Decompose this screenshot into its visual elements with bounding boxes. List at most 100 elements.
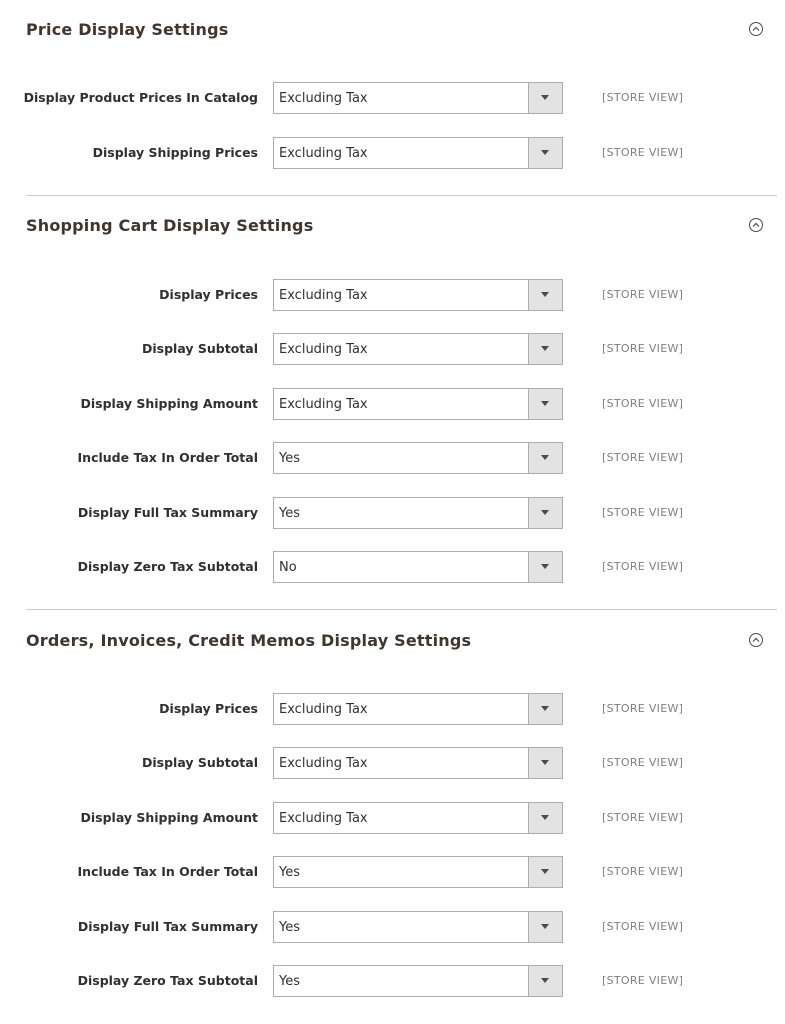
setting-select[interactable]: No — [273, 551, 563, 583]
scope-label: [STORE VIEW] — [602, 702, 684, 715]
setting-select[interactable]: Excluding Tax — [273, 802, 563, 834]
setting-label: Display Prices — [159, 701, 258, 716]
collapse-chevron-icon[interactable] — [749, 633, 763, 647]
scope-label: [STORE VIEW] — [602, 865, 684, 878]
caret-down-icon — [541, 510, 549, 515]
scope-label: [STORE VIEW] — [602, 397, 684, 410]
setting-label: Display Zero Tax Subtotal — [77, 559, 258, 574]
section-divider — [26, 609, 777, 610]
section-title: Orders, Invoices, Credit Memos Display S… — [26, 631, 472, 650]
setting-row: Display Subtotal Excluding Tax [STORE VI… — [0, 333, 785, 365]
setting-select[interactable]: Yes — [273, 856, 563, 888]
setting-row: Display Full Tax Summary Yes [STORE VIEW… — [0, 911, 785, 943]
setting-row: Display Zero Tax Subtotal No [STORE VIEW… — [0, 551, 785, 583]
caret-down-icon — [541, 150, 549, 155]
scope-label: [STORE VIEW] — [602, 560, 684, 573]
scope-label: [STORE VIEW] — [602, 451, 684, 464]
select-value: Yes — [279, 865, 300, 880]
setting-select[interactable]: Excluding Tax — [273, 82, 563, 114]
select-value: No — [279, 560, 297, 575]
dropdown-toggle[interactable] — [528, 694, 562, 724]
caret-down-icon — [541, 924, 549, 929]
setting-row: Include Tax In Order Total Yes [STORE VI… — [0, 442, 785, 474]
setting-label: Display Subtotal — [142, 341, 258, 356]
setting-label: Display Full Tax Summary — [77, 919, 258, 934]
select-value: Yes — [279, 920, 300, 935]
setting-row: Display Subtotal Excluding Tax [STORE VI… — [0, 747, 785, 779]
setting-label: Include Tax In Order Total — [77, 450, 258, 465]
setting-label: Display Shipping Prices — [92, 145, 258, 160]
setting-select[interactable]: Excluding Tax — [273, 747, 563, 779]
scope-label: [STORE VIEW] — [602, 146, 684, 159]
scope-label: [STORE VIEW] — [602, 974, 684, 987]
dropdown-toggle[interactable] — [528, 443, 562, 473]
caret-down-icon — [541, 401, 549, 406]
dropdown-toggle[interactable] — [528, 912, 562, 942]
select-value: Excluding Tax — [279, 811, 368, 826]
dropdown-toggle[interactable] — [528, 803, 562, 833]
collapse-chevron-icon[interactable] — [749, 218, 763, 232]
setting-select[interactable]: Excluding Tax — [273, 388, 563, 420]
setting-label: Display Prices — [159, 287, 258, 302]
setting-select[interactable]: Yes — [273, 442, 563, 474]
select-value: Excluding Tax — [279, 756, 368, 771]
select-value: Excluding Tax — [279, 288, 368, 303]
section-header[interactable]: Price Display Settings — [26, 20, 785, 44]
caret-down-icon — [541, 760, 549, 765]
scope-label: [STORE VIEW] — [602, 756, 684, 769]
caret-down-icon — [541, 978, 549, 983]
select-value: Excluding Tax — [279, 146, 368, 161]
setting-row: Display Shipping Amount Excluding Tax [S… — [0, 802, 785, 834]
select-value: Excluding Tax — [279, 702, 368, 717]
dropdown-toggle[interactable] — [528, 748, 562, 778]
dropdown-toggle[interactable] — [528, 552, 562, 582]
caret-down-icon — [541, 564, 549, 569]
scope-label: [STORE VIEW] — [602, 342, 684, 355]
dropdown-toggle[interactable] — [528, 966, 562, 996]
setting-label: Display Zero Tax Subtotal — [77, 973, 258, 988]
setting-row: Display Zero Tax Subtotal Yes [STORE VIE… — [0, 965, 785, 997]
setting-select[interactable]: Yes — [273, 911, 563, 943]
select-value: Excluding Tax — [279, 342, 368, 357]
dropdown-toggle[interactable] — [528, 857, 562, 887]
setting-row: Display Product Prices In Catalog Exclud… — [0, 82, 785, 114]
caret-down-icon — [541, 706, 549, 711]
scope-label: [STORE VIEW] — [602, 811, 684, 824]
setting-select[interactable]: Excluding Tax — [273, 279, 563, 311]
section-title: Shopping Cart Display Settings — [26, 216, 314, 235]
setting-row: Display Prices Excluding Tax [STORE VIEW… — [0, 693, 785, 725]
caret-down-icon — [541, 346, 549, 351]
caret-down-icon — [541, 455, 549, 460]
scope-label: [STORE VIEW] — [602, 506, 684, 519]
caret-down-icon — [541, 292, 549, 297]
setting-select[interactable]: Yes — [273, 965, 563, 997]
dropdown-toggle[interactable] — [528, 280, 562, 310]
dropdown-toggle[interactable] — [528, 334, 562, 364]
setting-select[interactable]: Excluding Tax — [273, 693, 563, 725]
scope-label: [STORE VIEW] — [602, 91, 684, 104]
select-value: Excluding Tax — [279, 91, 368, 106]
dropdown-toggle[interactable] — [528, 138, 562, 168]
collapse-chevron-icon[interactable] — [749, 22, 763, 36]
select-value: Yes — [279, 451, 300, 466]
setting-select[interactable]: Excluding Tax — [273, 137, 563, 169]
dropdown-toggle[interactable] — [528, 389, 562, 419]
caret-down-icon — [541, 95, 549, 100]
scope-label: [STORE VIEW] — [602, 920, 684, 933]
dropdown-toggle[interactable] — [528, 83, 562, 113]
dropdown-toggle[interactable] — [528, 498, 562, 528]
section-divider — [26, 195, 777, 196]
setting-row: Display Prices Excluding Tax [STORE VIEW… — [0, 279, 785, 311]
caret-down-icon — [541, 815, 549, 820]
setting-select[interactable]: Yes — [273, 497, 563, 529]
caret-down-icon — [541, 869, 549, 874]
setting-label: Display Subtotal — [142, 755, 258, 770]
select-value: Excluding Tax — [279, 397, 368, 412]
select-value: Yes — [279, 506, 300, 521]
setting-label: Display Shipping Amount — [80, 810, 258, 825]
setting-select[interactable]: Excluding Tax — [273, 333, 563, 365]
section-header[interactable]: Orders, Invoices, Credit Memos Display S… — [26, 631, 785, 655]
setting-row: Display Full Tax Summary Yes [STORE VIEW… — [0, 497, 785, 529]
section-header[interactable]: Shopping Cart Display Settings — [26, 216, 785, 240]
setting-row: Display Shipping Prices Excluding Tax [S… — [0, 137, 785, 169]
